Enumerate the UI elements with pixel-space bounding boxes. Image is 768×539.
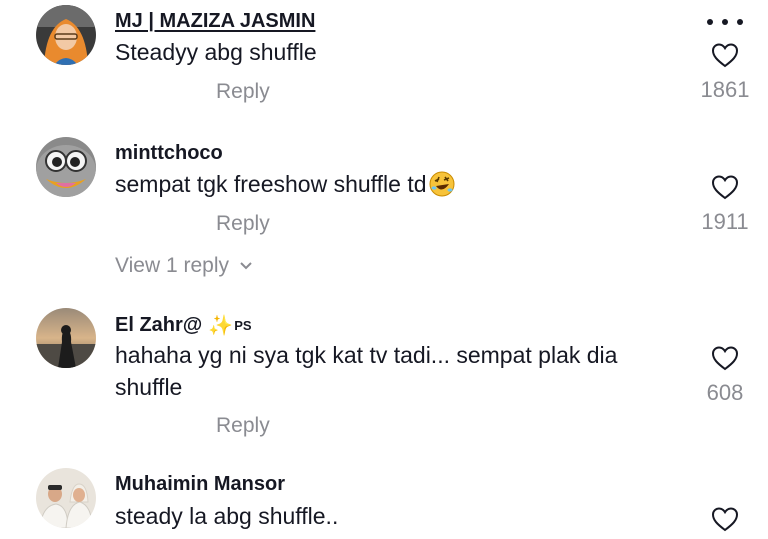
user-badge: PS <box>234 318 252 333</box>
reply-button[interactable]: Reply <box>216 80 270 104</box>
like-count: 1861 <box>700 77 750 102</box>
chevron-down-icon <box>240 262 252 270</box>
more-dot <box>722 19 728 25</box>
comment-username[interactable]: El Zahr@ ✨PS <box>115 313 252 338</box>
avatar[interactable] <box>36 468 96 528</box>
rolling-on-floor-laughing-emoji <box>429 171 455 197</box>
heart-outline-icon <box>711 43 739 68</box>
like-button[interactable] <box>694 506 756 532</box>
heart-outline-icon <box>711 507 739 532</box>
avatar[interactable] <box>36 137 96 197</box>
avatar-beach-sunset-image <box>36 308 96 368</box>
comment-username[interactable]: MJ | MAZIZA JASMIN <box>115 10 315 33</box>
like-count: 608 <box>706 380 744 405</box>
comment-text: steady la abg shuffle.. <box>115 503 339 529</box>
avatar-cartoon-face-image <box>36 137 96 197</box>
comment-username[interactable]: minttchoco <box>115 142 223 165</box>
username-text: El Zahr@ <box>115 313 203 336</box>
avatar-woman-hijab-image <box>36 5 96 65</box>
sparkles-icon: ✨ <box>208 315 234 337</box>
reply-button[interactable]: Reply <box>216 414 270 438</box>
like-button[interactable]: 1861 <box>694 42 756 103</box>
avatar[interactable] <box>36 308 96 368</box>
like-button[interactable]: 608 <box>694 345 756 406</box>
comment-text: hahaha yg ni sya tgk kat tv tadi... semp… <box>115 342 618 400</box>
view-replies-button[interactable]: View 1 reply <box>115 254 253 278</box>
comment-text: sempat tgk freeshow shuffle td <box>115 168 675 200</box>
view-replies-label: View 1 reply <box>115 254 230 277</box>
avatar-couple-image <box>36 468 96 528</box>
comment-username[interactable]: Muhaimin Mansor <box>115 473 285 496</box>
more-options-button[interactable] <box>707 16 743 28</box>
more-dot <box>707 19 713 25</box>
heart-outline-icon <box>711 346 739 371</box>
like-button[interactable]: 1911 <box>694 174 756 235</box>
reply-button[interactable]: Reply <box>216 212 270 236</box>
more-dot <box>737 19 743 25</box>
like-count: 1911 <box>701 209 749 234</box>
avatar[interactable] <box>36 5 96 65</box>
comment-text: Steadyy abg shuffle <box>115 39 317 65</box>
comment-text-body: sempat tgk freeshow shuffle td <box>115 171 427 197</box>
heart-outline-icon <box>711 175 739 200</box>
